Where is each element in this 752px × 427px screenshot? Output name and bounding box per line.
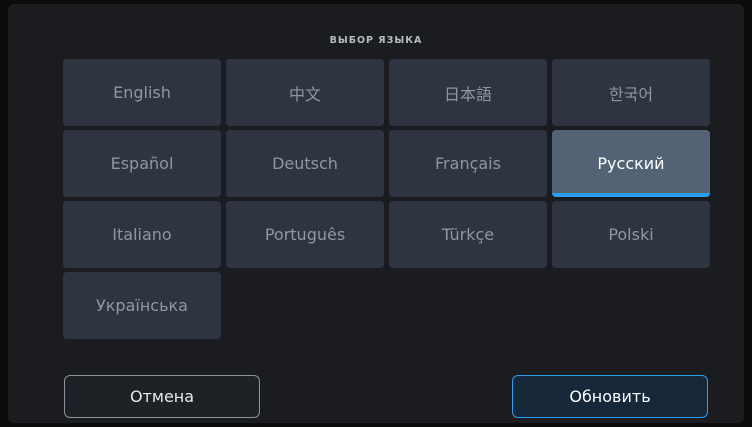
language-option-turkish[interactable]: Türkçe — [389, 201, 547, 268]
language-option-korean[interactable]: 한국어 — [552, 59, 710, 126]
cancel-button[interactable]: Отмена — [64, 375, 260, 418]
language-selection-screen: ВЫБОР ЯЗЫКА English 中文 日本語 한국어 Español D… — [8, 4, 744, 423]
update-button[interactable]: Обновить — [512, 375, 708, 418]
language-label: Українська — [96, 296, 188, 315]
language-label: 日本語 — [443, 84, 492, 104]
language-label: English — [113, 83, 171, 102]
language-label: Español — [110, 154, 174, 173]
language-label: Italiano — [112, 225, 172, 244]
language-label: Türkçe — [441, 225, 495, 244]
language-option-french[interactable]: Français — [389, 130, 547, 197]
language-label: Polski — [608, 225, 654, 244]
language-label: Русский — [597, 154, 665, 173]
language-option-russian[interactable]: Русский — [552, 130, 710, 197]
language-option-italian[interactable]: Italiano — [63, 201, 221, 268]
dialog-title: ВЫБОР ЯЗЫКА — [329, 35, 423, 46]
language-option-german[interactable]: Deutsch — [226, 130, 384, 197]
language-label: 中文 — [288, 84, 321, 104]
language-option-portuguese[interactable]: Português — [226, 201, 384, 268]
language-grid: English 中文 日本語 한국어 Español Deutsch Franç… — [63, 59, 711, 339]
language-option-english[interactable]: English — [63, 59, 221, 126]
language-label: Français — [435, 154, 501, 173]
language-option-chinese[interactable]: 中文 — [226, 59, 384, 126]
language-option-spanish[interactable]: Español — [63, 130, 221, 197]
language-label: Deutsch — [272, 154, 338, 173]
language-label: 한국어 — [608, 84, 654, 104]
language-option-ukrainian[interactable]: Українська — [63, 272, 221, 339]
language-option-japanese[interactable]: 日本語 — [389, 59, 547, 126]
language-label: Português — [264, 225, 346, 244]
selection-indicator — [552, 193, 710, 197]
language-option-polish[interactable]: Polski — [552, 201, 710, 268]
